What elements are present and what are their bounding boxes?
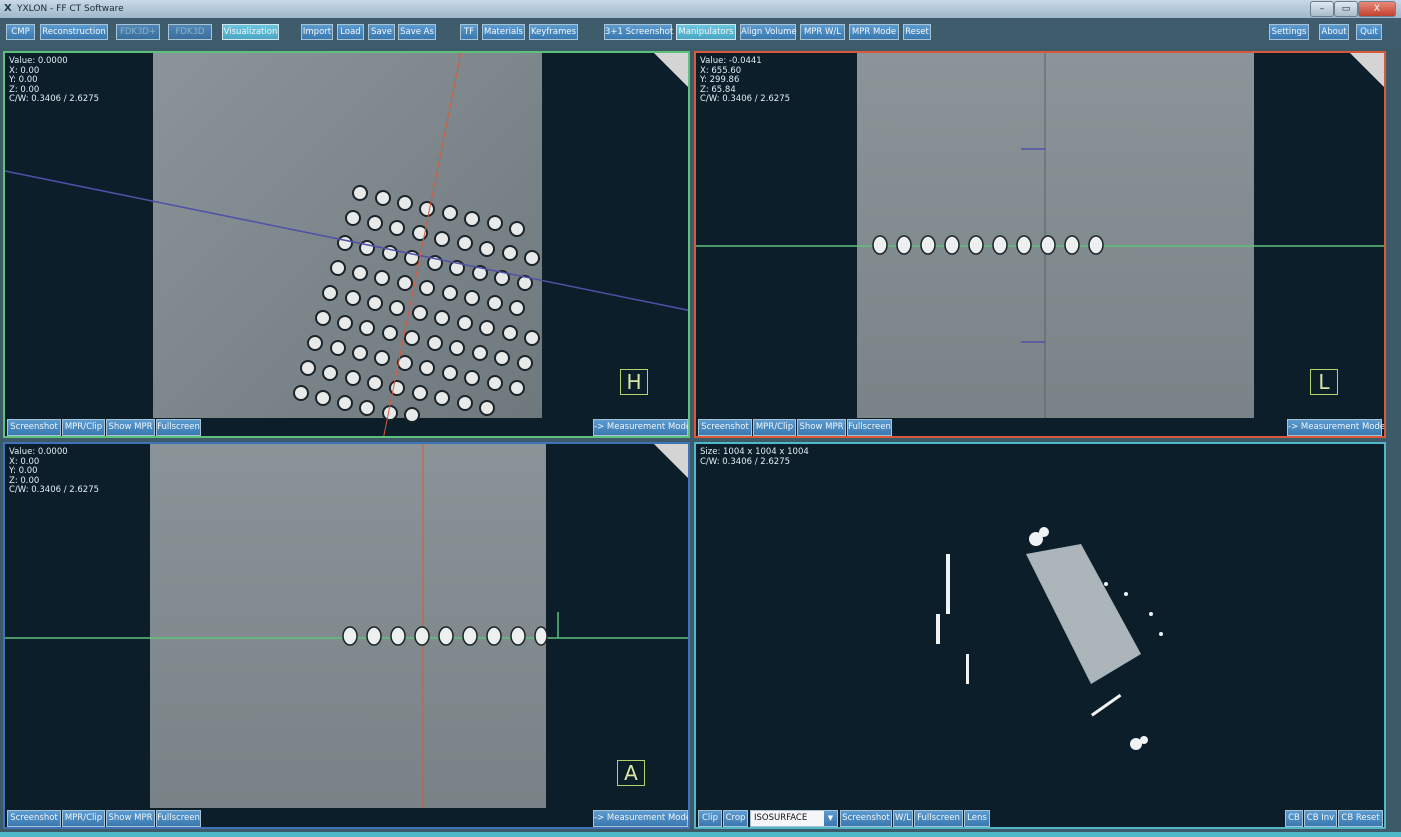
blue-mpr-line xyxy=(5,170,688,311)
slice-overlay xyxy=(5,444,688,808)
viewport-top-right[interactable]: Value: -0.0441 X: 655.60 Y: 299.86 Z: 65.84… xyxy=(694,51,1386,438)
show-mpr-button[interactable]: Show MPR xyxy=(106,419,155,436)
slice-info: Value: 0.0000 X: 0.00 Y: 0.00 Z: 0.00 C/W: 0… xyxy=(9,56,100,105)
status-strip xyxy=(0,832,1401,837)
orientation-a-icon: A xyxy=(617,760,645,786)
slice-info: Value: 0.0000 X: 0.00 Y: 0.00 Z: 0.00 C/W: 0… xyxy=(9,447,100,496)
quit-button[interactable]: Quit xyxy=(1356,24,1382,40)
close-window-button[interactable]: X xyxy=(1358,1,1396,17)
cb-button[interactable]: CB xyxy=(1285,810,1303,827)
viewport-corner-handle[interactable] xyxy=(1350,53,1384,87)
mpr-clip-button[interactable]: MPR/Clip xyxy=(753,419,796,436)
viewport-corner-handle[interactable] xyxy=(654,444,688,478)
reconstruction-button[interactable]: Reconstruction xyxy=(40,24,108,40)
visualization-button[interactable]: Visualization xyxy=(222,24,279,40)
maximize-button[interactable]: ▭ xyxy=(1334,1,1358,17)
chevron-down-icon[interactable]: ▼ xyxy=(824,811,837,826)
mpr-clip-button[interactable]: MPR/Clip xyxy=(62,419,105,436)
cmp-button[interactable]: CMP xyxy=(6,24,35,40)
viewport-bottom-left[interactable]: Value: 0.0000 X: 0.00 Y: 0.00 Z: 0.00 C/W: 0… xyxy=(3,442,690,829)
volume-render xyxy=(936,527,1163,750)
materials-button[interactable]: Materials xyxy=(482,24,525,40)
save-button[interactable]: Save xyxy=(368,24,395,40)
minimize-button[interactable]: – xyxy=(1310,1,1334,17)
viewport-corner-handle[interactable] xyxy=(654,53,688,87)
keyframes-button[interactable]: Keyframes xyxy=(529,24,578,40)
save-as-button[interactable]: Save As xyxy=(398,24,436,40)
mpr-wl-button[interactable]: MPR W/L xyxy=(800,24,845,40)
reset-button[interactable]: Reset xyxy=(903,24,931,40)
show-mpr-button[interactable]: Show MPR xyxy=(797,419,846,436)
cb-reset-button[interactable]: CB Reset xyxy=(1338,810,1383,827)
wl-button[interactable]: W/L xyxy=(893,810,913,827)
orientation-l-icon: L xyxy=(1310,369,1338,395)
mpr-mode-button[interactable]: MPR Mode xyxy=(849,24,899,40)
show-mpr-button[interactable]: Show MPR xyxy=(106,810,155,827)
measurement-mode-button[interactable]: -> Measurement Mode xyxy=(593,810,688,827)
render-mode-value: ISOSURFACE xyxy=(754,813,808,823)
title-bar: X YXLON - FF CT Software – ▭ X xyxy=(0,0,1401,18)
measurement-mode-button[interactable]: -> Measurement Mode xyxy=(593,419,688,436)
import-button[interactable]: Import xyxy=(301,24,333,40)
measurement-mode-button[interactable]: -> Measurement Mode xyxy=(1287,419,1384,436)
tf-button[interactable]: TF xyxy=(460,24,478,40)
screenshot-button[interactable]: Screenshot xyxy=(7,419,61,436)
main-toolbar: CMP Reconstruction FDK3D+ FDK3D Visualiz… xyxy=(0,18,1401,48)
window-title: YXLON - FF CT Software xyxy=(17,4,124,14)
screenshot-button[interactable]: Screenshot xyxy=(7,810,61,827)
app-logo-icon: X xyxy=(4,3,12,14)
fdk3d-button[interactable]: FDK3D xyxy=(168,24,212,40)
align-volume-button[interactable]: Align Volume xyxy=(740,24,797,40)
manipulators-button[interactable]: Manipulators xyxy=(676,24,736,40)
crop-button[interactable]: Crop xyxy=(723,810,748,827)
render-mode-select[interactable]: ISOSURFACE ▼ xyxy=(750,810,838,827)
slice-overlay xyxy=(5,53,688,436)
load-button[interactable]: Load xyxy=(337,24,364,40)
screenshot-button[interactable]: Screenshot xyxy=(698,419,752,436)
about-button[interactable]: About xyxy=(1319,24,1349,40)
cb-inv-button[interactable]: CB Inv xyxy=(1304,810,1337,827)
fullscreen-button[interactable]: Fullscreen xyxy=(914,810,963,827)
settings-button[interactable]: Settings xyxy=(1269,24,1309,40)
viewport-3d[interactable]: Size: 1004 x 1004 x 1004 C/W: 0.3406 / 2.… xyxy=(694,442,1386,829)
screenshot-button[interactable]: Screenshot xyxy=(840,810,892,827)
volume-info: Size: 1004 x 1004 x 1004 C/W: 0.3406 / 2.… xyxy=(700,447,809,467)
slice-overlay xyxy=(696,53,1384,418)
fullscreen-button[interactable]: Fullscreen xyxy=(156,419,201,436)
mpr-clip-button[interactable]: MPR/Clip xyxy=(62,810,105,827)
clip-button[interactable]: Clip xyxy=(698,810,722,827)
lens-button[interactable]: Lens xyxy=(964,810,990,827)
viewport-top-left[interactable]: Value: 0.0000 X: 0.00 Y: 0.00 Z: 0.00 C/W: 0… xyxy=(3,51,690,438)
screenshot-3plus1-button[interactable]: 3+1 Screenshot xyxy=(604,24,673,40)
fullscreen-button[interactable]: Fullscreen xyxy=(847,419,892,436)
fullscreen-button[interactable]: Fullscreen xyxy=(156,810,201,827)
slice-info: Value: -0.0441 X: 655.60 Y: 299.86 Z: 65.84… xyxy=(700,56,791,105)
fdk3d-plus-button[interactable]: FDK3D+ xyxy=(116,24,160,40)
orientation-h-icon: H xyxy=(620,369,648,395)
